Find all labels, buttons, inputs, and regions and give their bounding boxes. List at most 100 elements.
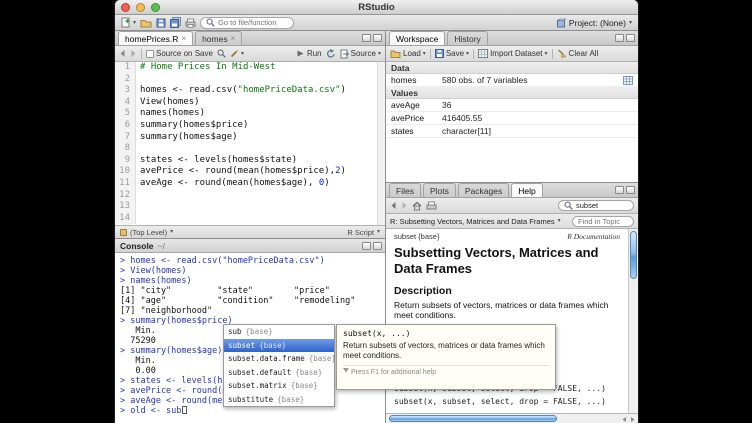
zoom-window-button[interactable] [151, 3, 160, 12]
jump-menu-icon[interactable] [120, 229, 127, 236]
workspace-object-row[interactable]: aveAge36 [386, 99, 638, 112]
editor-lines[interactable]: 1# Home Prices In Mid-West23homes <- rea… [115, 62, 385, 225]
code-line[interactable]: 6summary(homes$price) [115, 120, 385, 132]
completion-item[interactable]: sub{base} [224, 325, 334, 339]
tab-history[interactable]: History [447, 31, 487, 45]
scrollbar-arrows[interactable] [621, 415, 636, 423]
import-dataset-button[interactable]: Import Dataset ▾ [478, 49, 547, 58]
minimize-pane-button[interactable] [362, 242, 371, 250]
scope-indicator[interactable]: (Top Level) [130, 228, 167, 237]
source-on-save-checkbox[interactable]: Source on Save [146, 49, 213, 58]
save-all-button[interactable] [170, 17, 181, 28]
minimize-pane-button[interactable] [362, 34, 371, 42]
open-file-button[interactable] [140, 18, 152, 28]
goto-file-search[interactable] [200, 17, 294, 29]
code-text [136, 74, 140, 86]
minimize-pane-button[interactable] [615, 34, 624, 42]
help-horizontal-scrollbar[interactable] [386, 413, 638, 423]
nav-forward-button[interactable] [130, 49, 137, 58]
tab-plots[interactable]: Plots [423, 183, 456, 197]
source-pane: homePrices.R×homes× Source on Save [115, 31, 386, 238]
window-titlebar[interactable]: RStudio [115, 0, 638, 15]
line-number: 1 [115, 62, 136, 74]
help-back-button[interactable] [390, 201, 397, 210]
minimize-pane-button[interactable] [615, 186, 624, 194]
close-tab-icon[interactable]: × [231, 35, 236, 43]
file-type-indicator[interactable]: R Script [347, 228, 374, 237]
code-line[interactable]: 8 [115, 143, 385, 155]
source-tab[interactable]: homePrices.R× [118, 31, 193, 45]
save-workspace-button[interactable]: Save ▾ [435, 49, 469, 58]
code-line[interactable]: 3homes <- read.csv("homePriceData.csv") [115, 85, 385, 97]
workspace-object-row[interactable]: statescharacter[11] [386, 125, 638, 138]
code-line[interactable]: 14 [115, 213, 385, 225]
vertical-scroll-thumb[interactable] [630, 231, 637, 279]
help-home-button[interactable] [412, 201, 422, 211]
help-search-input[interactable] [576, 201, 628, 210]
nav-back-button[interactable] [119, 49, 126, 58]
tab-label: homePrices.R [125, 34, 178, 44]
print-button[interactable] [185, 18, 196, 28]
code-text: aveAge <- round(mean(homes$age), 0) [136, 178, 330, 190]
find-in-topic-box[interactable] [572, 216, 634, 227]
tab-files[interactable]: Files [389, 183, 421, 197]
scroll-left-arrow-icon[interactable] [621, 416, 627, 423]
maximize-pane-button[interactable] [373, 34, 382, 42]
close-window-button[interactable] [121, 3, 130, 12]
close-tab-icon[interactable]: × [181, 35, 186, 43]
maximize-pane-button[interactable] [373, 242, 382, 250]
goto-file-input[interactable] [218, 18, 288, 27]
project-menu[interactable]: Project: (None) ▾ [556, 18, 632, 28]
code-line[interactable]: 11aveAge <- round(mean(homes$age), 0) [115, 178, 385, 190]
horizontal-scroll-thumb[interactable] [389, 415, 557, 422]
find-replace-button[interactable] [217, 49, 226, 58]
minimize-window-button[interactable] [136, 3, 145, 12]
code-line[interactable]: 10avePrice <- round(mean(homes$price),2) [115, 166, 385, 178]
workspace-object-row[interactable]: homes580 obs. of 7 variables [386, 74, 638, 87]
editor-scrollbar[interactable] [377, 62, 385, 225]
save-button[interactable] [156, 18, 166, 28]
source-tab[interactable]: homes× [195, 31, 242, 45]
workspace-object-row[interactable]: avePrice416405.55 [386, 112, 638, 125]
maximize-pane-button[interactable] [626, 34, 635, 42]
rerun-button[interactable] [326, 49, 336, 58]
tab-help[interactable]: Help [511, 183, 542, 197]
view-data-grid-icon[interactable] [623, 76, 633, 85]
code-line[interactable]: 9states <- levels(homes$state) [115, 155, 385, 167]
code-line[interactable]: 13 [115, 201, 385, 213]
code-line[interactable]: 7summary(homes$age) [115, 132, 385, 144]
code-tools-button[interactable]: ▾ [230, 49, 244, 58]
completion-item[interactable]: subset{base} [224, 339, 334, 353]
help-print-button[interactable] [426, 201, 437, 211]
new-file-button[interactable]: ▾ [121, 17, 136, 28]
load-workspace-button[interactable]: Load ▾ [390, 49, 426, 58]
code-line[interactable]: 4View(homes) [115, 97, 385, 109]
code-line[interactable]: 2 [115, 74, 385, 86]
help-topic-bar: R: Subsetting Vectors, Matrices and Data… [386, 214, 638, 229]
help-vertical-scrollbar[interactable] [628, 229, 638, 413]
line-number: 9 [115, 155, 136, 167]
line-number: 3 [115, 85, 136, 97]
completion-item[interactable]: subset.matrix{base} [224, 379, 334, 393]
tab-packages[interactable]: Packages [458, 183, 509, 197]
source-button[interactable]: Source ▾ [340, 49, 381, 59]
find-in-topic-input[interactable] [578, 217, 628, 226]
run-button[interactable]: Run [296, 49, 322, 58]
help-search-box[interactable] [558, 200, 634, 211]
code-line[interactable]: 1# Home Prices In Mid-West [115, 62, 385, 74]
code-line[interactable]: 5names(homes) [115, 108, 385, 120]
completion-item[interactable]: substitute{base} [224, 393, 334, 407]
scroll-right-arrow-icon[interactable] [630, 416, 636, 423]
checkbox-icon[interactable] [146, 50, 154, 58]
tab-workspace[interactable]: Workspace [389, 31, 445, 45]
maximize-pane-button[interactable] [626, 186, 635, 194]
help-forward-button[interactable] [401, 201, 408, 210]
completion-item[interactable]: subset.default{base} [224, 366, 334, 380]
help-topic-selector[interactable]: R: Subsetting Vectors, Matrices and Data… [390, 217, 555, 226]
clear-all-button[interactable]: Clear All [557, 49, 599, 58]
console-title: Console [120, 241, 154, 251]
code-token: ) [324, 178, 329, 188]
code-line[interactable]: 12 [115, 190, 385, 202]
completion-item[interactable]: subset.data.frame{base} [224, 352, 334, 366]
code-token: aveAge <- round(mean(homes$age), [140, 178, 319, 188]
